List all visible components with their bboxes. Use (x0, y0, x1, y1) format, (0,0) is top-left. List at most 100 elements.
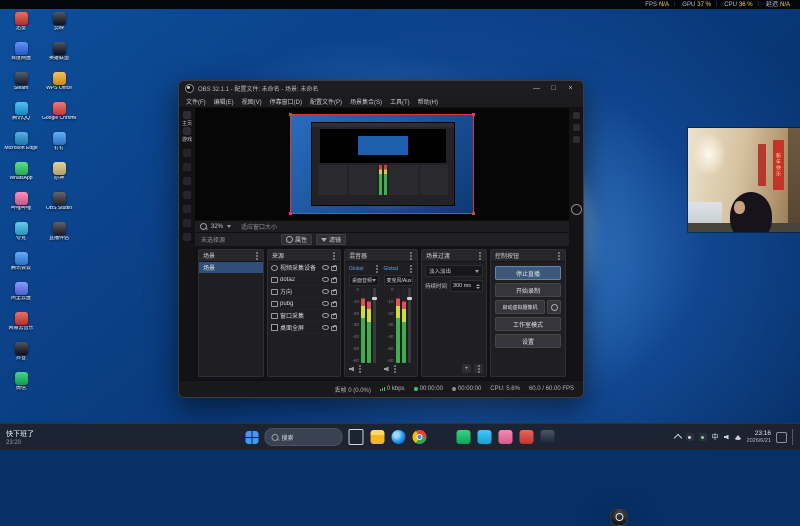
transition-menu-button[interactable] (474, 364, 483, 373)
tray-clock[interactable]: 23:16 2026/6/21 (747, 430, 771, 444)
taskbar-app-icon[interactable] (391, 430, 406, 445)
menu-item[interactable]: 停靠窗口(D) (267, 97, 305, 106)
chevron-down-icon[interactable] (227, 225, 232, 228)
menu-item[interactable]: 配置文件(P) (307, 97, 345, 106)
desktop-icon[interactable]: 直播伴侣 (42, 222, 76, 248)
desktop-icon[interactable]: WPS Office (42, 72, 76, 98)
visibility-eye-icon[interactable] (322, 277, 329, 282)
rail-tab[interactable]: 游戏 (182, 127, 192, 143)
volume-icon[interactable] (723, 434, 729, 440)
start-button[interactable] (245, 430, 259, 444)
visibility-eye-icon[interactable] (322, 301, 329, 306)
search-box[interactable]: 搜索 (264, 428, 343, 446)
panel-menu-icon[interactable] (256, 254, 258, 257)
fader-knob[interactable] (406, 297, 412, 300)
start-recording-button[interactable]: 开始录制 (495, 283, 561, 297)
zoom-level[interactable]: 32% (211, 224, 223, 230)
add-transition-button[interactable] (462, 364, 471, 373)
taskbar-app-icon[interactable] (519, 430, 534, 445)
volume-fader[interactable] (372, 288, 377, 363)
desktop-icon[interactable]: 钉钉 (42, 132, 76, 158)
studio-mode-button[interactable]: 工作室模式 (495, 317, 561, 331)
taskbar-app-icon[interactable] (610, 508, 628, 526)
channel-menu-icon[interactable] (410, 268, 412, 270)
source-row[interactable]: 方向 (268, 286, 340, 298)
minimize-button[interactable] (530, 85, 543, 92)
selection-handle[interactable] (472, 212, 475, 215)
desktop-icon[interactable]: 网易云音乐 (4, 312, 38, 338)
lock-icon[interactable] (331, 312, 337, 319)
speaker-icon[interactable] (349, 366, 354, 372)
desktop-icon[interactable]: 腾讯QQ (4, 102, 38, 128)
panel-menu-icon[interactable] (333, 254, 335, 257)
desktop-icon[interactable]: Microsoft Edge (4, 132, 38, 158)
filters-button[interactable]: 滤镜 (316, 234, 347, 245)
network-icon[interactable] (733, 434, 742, 440)
rail-icon[interactable] (183, 205, 191, 213)
source-row[interactable]: dota2 (268, 274, 340, 286)
scene-list-item[interactable]: 场景 (199, 262, 263, 273)
spinner-arrows[interactable] (476, 283, 480, 289)
panel-menu-icon[interactable] (558, 254, 560, 257)
rail-icon[interactable] (183, 233, 191, 241)
tray-app-icon[interactable] (698, 433, 707, 441)
menu-item[interactable]: 工具(T) (387, 97, 413, 106)
desktop-icon[interactable]: Google Chrome (42, 102, 76, 128)
notification-center-icon[interactable] (776, 431, 787, 443)
volume-fader[interactable] (406, 288, 412, 363)
menu-item[interactable]: 场景集合(S) (347, 97, 385, 106)
source-row[interactable]: 视频采集设备 (268, 262, 340, 274)
close-button[interactable] (564, 85, 577, 92)
visibility-eye-icon[interactable] (322, 289, 329, 294)
rail-icon[interactable] (572, 124, 580, 131)
source-row[interactable]: 桌面全屏 (268, 322, 340, 334)
desktop-icon[interactable]: 哔哩哔哩 (4, 192, 38, 218)
taskbar-app-icon[interactable] (456, 430, 471, 445)
selection-handle[interactable] (289, 113, 292, 116)
stop-streaming-button[interactable]: 停止直播 (495, 266, 561, 280)
desktop-icon[interactable]: Steam (4, 72, 38, 98)
desktop-icon[interactable]: OBS Studio (42, 192, 76, 218)
zoom-fit-label[interactable]: 适应窗口大小 (241, 222, 277, 231)
channel-menu-icon[interactable] (375, 268, 378, 270)
panel-menu-icon[interactable] (410, 254, 412, 257)
lock-icon[interactable] (331, 300, 337, 307)
rail-icon[interactable] (183, 149, 191, 157)
menu-item[interactable]: 文件(F) (183, 97, 209, 106)
show-desktop-strip[interactable] (792, 429, 795, 445)
source-row[interactable]: pubg (268, 298, 340, 310)
desktop-icon[interactable]: 剪映 (42, 12, 76, 38)
desktop-icon[interactable]: 英雄联盟 (42, 42, 76, 68)
desktop-icon[interactable]: 迅雷 (4, 12, 38, 38)
input-method-indicator[interactable]: 中 (712, 432, 719, 442)
tray-overflow-chevron-icon[interactable] (673, 433, 682, 443)
taskbar-app-icon[interactable] (540, 430, 555, 445)
virtual-camera-config-button[interactable] (547, 300, 561, 314)
transition-select[interactable]: 淡入淡出 (425, 265, 483, 277)
desktop-icon[interactable]: 百度网盘 (4, 42, 38, 68)
taskbar-app-icon[interactable] (370, 430, 385, 445)
taskbar-app-icon[interactable] (477, 430, 492, 445)
obs-titlebar[interactable]: OBS 32.1.1 - 配置文件: 未命名 - 场景: 未命名 (179, 81, 583, 95)
settings-button[interactable]: 设置 (495, 334, 561, 348)
rail-icon[interactable] (183, 191, 191, 199)
menu-item[interactable]: 视图(V) (239, 97, 265, 106)
virtual-camera-button[interactable]: 启动虚拟摄像机 (495, 300, 545, 314)
speaker-icon[interactable] (383, 366, 389, 372)
desktop-icon[interactable]: WhatsApp (4, 162, 38, 188)
source-checkbox[interactable] (271, 324, 278, 331)
selection-handle[interactable] (289, 212, 292, 215)
rail-icon[interactable] (183, 177, 191, 185)
desktop-icon[interactable]: 微信 (4, 372, 38, 398)
visibility-eye-icon[interactable] (322, 313, 329, 318)
rail-icon[interactable] (183, 219, 191, 227)
visibility-eye-icon[interactable] (322, 325, 329, 330)
channel-settings-icon[interactable] (393, 368, 396, 370)
taskbar-app-icon[interactable] (498, 430, 513, 445)
desktop-icon[interactable]: 腾讯会议 (4, 252, 38, 278)
desktop-icon[interactable]: 原神 (42, 162, 76, 188)
menu-item[interactable]: 帮助(H) (415, 97, 441, 106)
properties-button[interactable]: 属性 (281, 234, 313, 245)
lock-icon[interactable] (331, 264, 337, 271)
lock-icon[interactable] (331, 276, 337, 283)
